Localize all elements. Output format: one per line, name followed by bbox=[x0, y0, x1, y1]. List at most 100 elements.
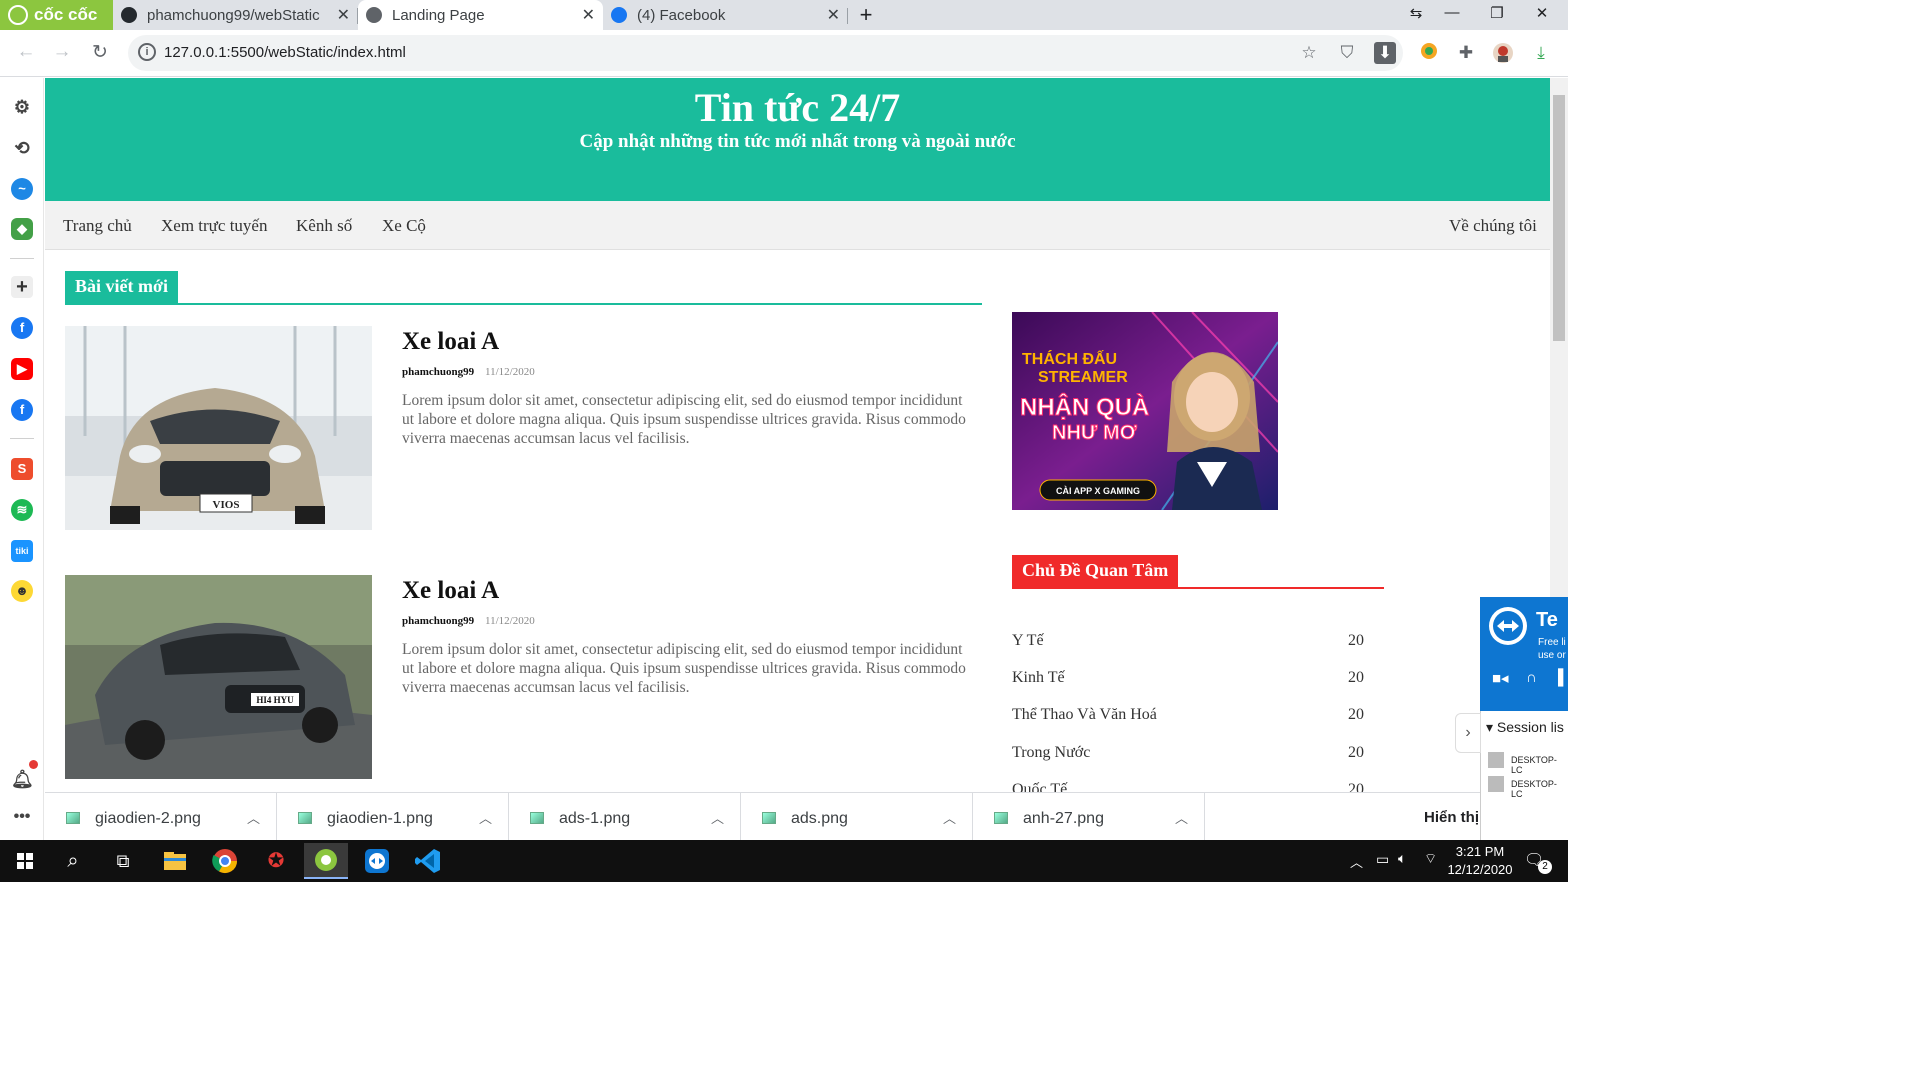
web-page: Tin tức 24/7 Cập nhật những tin tức mới … bbox=[45, 78, 1550, 792]
topic-item[interactable]: Y Tế 20 bbox=[1012, 632, 1367, 652]
download-item[interactable]: ads.png ︿ bbox=[741, 793, 973, 841]
post-thumbnail[interactable]: VIOS bbox=[65, 326, 372, 530]
show-all-downloads-link[interactable]: Hiển thị bbox=[1424, 809, 1479, 826]
teamviewer-panel: Te Free li use or ■◂ ∩ ▌ › ▾ Session lis… bbox=[1455, 597, 1569, 840]
url-input[interactable] bbox=[164, 44, 764, 61]
download-icon[interactable]: ⤓ bbox=[1530, 42, 1552, 64]
facebook-icon[interactable]: f bbox=[11, 399, 33, 421]
tab-title: phamchuong99/webStatic bbox=[147, 6, 320, 24]
extension-coccoc-icon[interactable] bbox=[1418, 42, 1440, 64]
sidebar-divider bbox=[10, 258, 34, 259]
tab-landing-page[interactable]: Landing Page ✕ bbox=[358, 0, 603, 30]
wifi-icon[interactable]: ⌔ bbox=[1424, 850, 1437, 868]
scrollbar-thumb[interactable] bbox=[1553, 95, 1565, 341]
post-author: phamchuong99 bbox=[402, 366, 475, 378]
new-tab-icon[interactable]: + bbox=[851, 2, 881, 28]
image-file-icon bbox=[762, 812, 776, 824]
task-view-icon[interactable]: ⧉ bbox=[108, 846, 138, 876]
taskbar-clock[interactable]: 3:21 PM 12/12/2020 bbox=[1440, 843, 1520, 879]
close-tab-icon[interactable]: ✕ bbox=[337, 5, 350, 25]
nav-link-about[interactable]: Về chúng tôi bbox=[1449, 216, 1537, 236]
messenger-icon[interactable]: ~ bbox=[11, 178, 33, 200]
settings-gear-icon[interactable]: ⚙ bbox=[11, 96, 33, 118]
extensions-puzzle-icon[interactable]: ✚ bbox=[1455, 42, 1477, 64]
tab-facebook[interactable]: (4) Facebook ✕ bbox=[603, 0, 848, 30]
spotify-icon[interactable]: ≋ bbox=[11, 499, 33, 521]
battery-icon[interactable]: ▭ bbox=[1376, 851, 1389, 868]
ad-line-4: NHƯ MƠ bbox=[1052, 422, 1138, 444]
post-title[interactable]: Xe loai A bbox=[402, 577, 499, 605]
search-icon[interactable]: ⌕ bbox=[58, 846, 88, 876]
github-icon bbox=[121, 7, 137, 23]
topic-item[interactable]: Quốc Tế 20 bbox=[1012, 781, 1367, 792]
more-options-icon[interactable]: ••• bbox=[11, 806, 33, 828]
session-device[interactable]: DESKTOP-LC bbox=[1511, 755, 1568, 775]
download-item[interactable]: giaodien-2.png ︿ bbox=[45, 793, 277, 841]
chevron-up-icon[interactable]: ︿ bbox=[247, 808, 260, 827]
topic-item[interactable]: Kinh Tế 20 bbox=[1012, 669, 1367, 689]
chevron-up-icon[interactable]: ︿ bbox=[943, 808, 956, 827]
back-icon[interactable]: ← bbox=[13, 41, 39, 63]
address-bar[interactable]: i ☆ ⛉ ⬇ bbox=[128, 35, 1403, 71]
coccoc-menu-button[interactable]: cốc cốc bbox=[0, 0, 113, 30]
minimize-icon[interactable]: — bbox=[1437, 4, 1467, 21]
video-call-icon[interactable]: ■◂ bbox=[1492, 669, 1509, 687]
image-file-icon bbox=[66, 812, 80, 824]
show-hidden-icons[interactable]: ︿ bbox=[1350, 852, 1363, 871]
download-video-icon[interactable]: ⬇ bbox=[1374, 42, 1396, 64]
reload-icon[interactable]: ↻ bbox=[87, 41, 113, 64]
bookmark-star-icon[interactable]: ☆ bbox=[1298, 42, 1320, 64]
notification-bell-icon[interactable]: 🔔︎ bbox=[11, 768, 34, 790]
download-item[interactable]: anh-27.png ︿ bbox=[973, 793, 1205, 841]
nav-link-home[interactable]: Trang chủ bbox=[63, 216, 132, 236]
post-thumbnail[interactable]: HI4 HYU bbox=[65, 575, 372, 779]
topic-item[interactable]: Thể Thao Và Văn Hoá 20 bbox=[1012, 706, 1367, 726]
chevron-up-icon[interactable]: ︿ bbox=[1175, 808, 1188, 827]
nav-link-vehicles[interactable]: Xe Cộ bbox=[382, 216, 426, 236]
tab-search-icon[interactable]: ⇆ bbox=[1401, 4, 1431, 22]
close-tab-icon[interactable]: ✕ bbox=[582, 5, 595, 25]
windows-start-icon[interactable] bbox=[10, 846, 40, 876]
notification-count-badge: 2 bbox=[1538, 860, 1552, 874]
close-window-icon[interactable]: ✕ bbox=[1527, 4, 1557, 22]
session-device[interactable]: DESKTOP-LC bbox=[1511, 779, 1568, 799]
profile-avatar[interactable] bbox=[1492, 42, 1514, 64]
nav-link-watch-online[interactable]: Xem trực tuyến bbox=[161, 216, 267, 236]
volume-icon[interactable]: 🔈︎ bbox=[1398, 850, 1406, 867]
shopee-icon[interactable]: S bbox=[11, 458, 33, 480]
close-tab-icon[interactable]: ✕ bbox=[827, 5, 840, 25]
vscode-icon[interactable] bbox=[413, 846, 443, 876]
teamviewer-taskbar-icon[interactable] bbox=[362, 846, 392, 876]
post-title[interactable]: Xe loai A bbox=[402, 328, 499, 356]
youtube-icon[interactable]: ▶ bbox=[11, 358, 33, 380]
chat-icon[interactable]: ▌ bbox=[1558, 669, 1569, 686]
mascot-icon[interactable]: ☻ bbox=[11, 580, 33, 602]
topic-item[interactable]: Trong Nước 20 bbox=[1012, 744, 1367, 764]
tab-strip: cốc cốc phamchuong99/webStatic ✕ Landing… bbox=[0, 0, 1568, 30]
garena-icon[interactable]: ✪ bbox=[261, 846, 291, 876]
chevron-up-icon[interactable]: ︿ bbox=[479, 808, 492, 827]
game-controller-icon[interactable]: ◆ bbox=[11, 218, 33, 240]
forward-icon[interactable]: → bbox=[49, 41, 75, 63]
topic-count: 20 bbox=[1348, 781, 1364, 792]
history-icon[interactable]: ⟲ bbox=[11, 137, 33, 159]
facebook-icon[interactable]: f bbox=[11, 317, 33, 339]
session-list-label[interactable]: ▾ Session lis bbox=[1486, 719, 1564, 736]
add-shortcut-icon[interactable]: + bbox=[11, 276, 33, 298]
tab-title: Landing Page bbox=[392, 6, 485, 24]
tiki-icon[interactable]: tiki bbox=[11, 540, 33, 562]
site-info-icon[interactable]: i bbox=[138, 43, 156, 61]
restore-icon[interactable]: ❐ bbox=[1482, 4, 1512, 22]
download-item[interactable]: ads-1.png ︿ bbox=[509, 793, 741, 841]
nav-link-channels[interactable]: Kênh số bbox=[296, 216, 352, 236]
shield-icon[interactable]: ⛉ bbox=[1336, 42, 1358, 64]
download-item[interactable]: giaodien-1.png ︿ bbox=[277, 793, 509, 841]
tab-github[interactable]: phamchuong99/webStatic ✕ bbox=[113, 0, 358, 30]
headset-icon[interactable]: ∩ bbox=[1526, 669, 1537, 686]
expand-chevron-icon[interactable]: › bbox=[1455, 713, 1481, 753]
file-explorer-icon[interactable] bbox=[160, 846, 190, 876]
chrome-icon[interactable] bbox=[210, 846, 240, 876]
coccoc-taskbar-icon[interactable] bbox=[304, 843, 348, 879]
chevron-up-icon[interactable]: ︿ bbox=[711, 808, 724, 827]
advertisement-banner[interactable]: THÁCH ĐẤU STREAMER NHẬN QUÀ NHƯ MƠ CÀI A… bbox=[1012, 312, 1278, 510]
